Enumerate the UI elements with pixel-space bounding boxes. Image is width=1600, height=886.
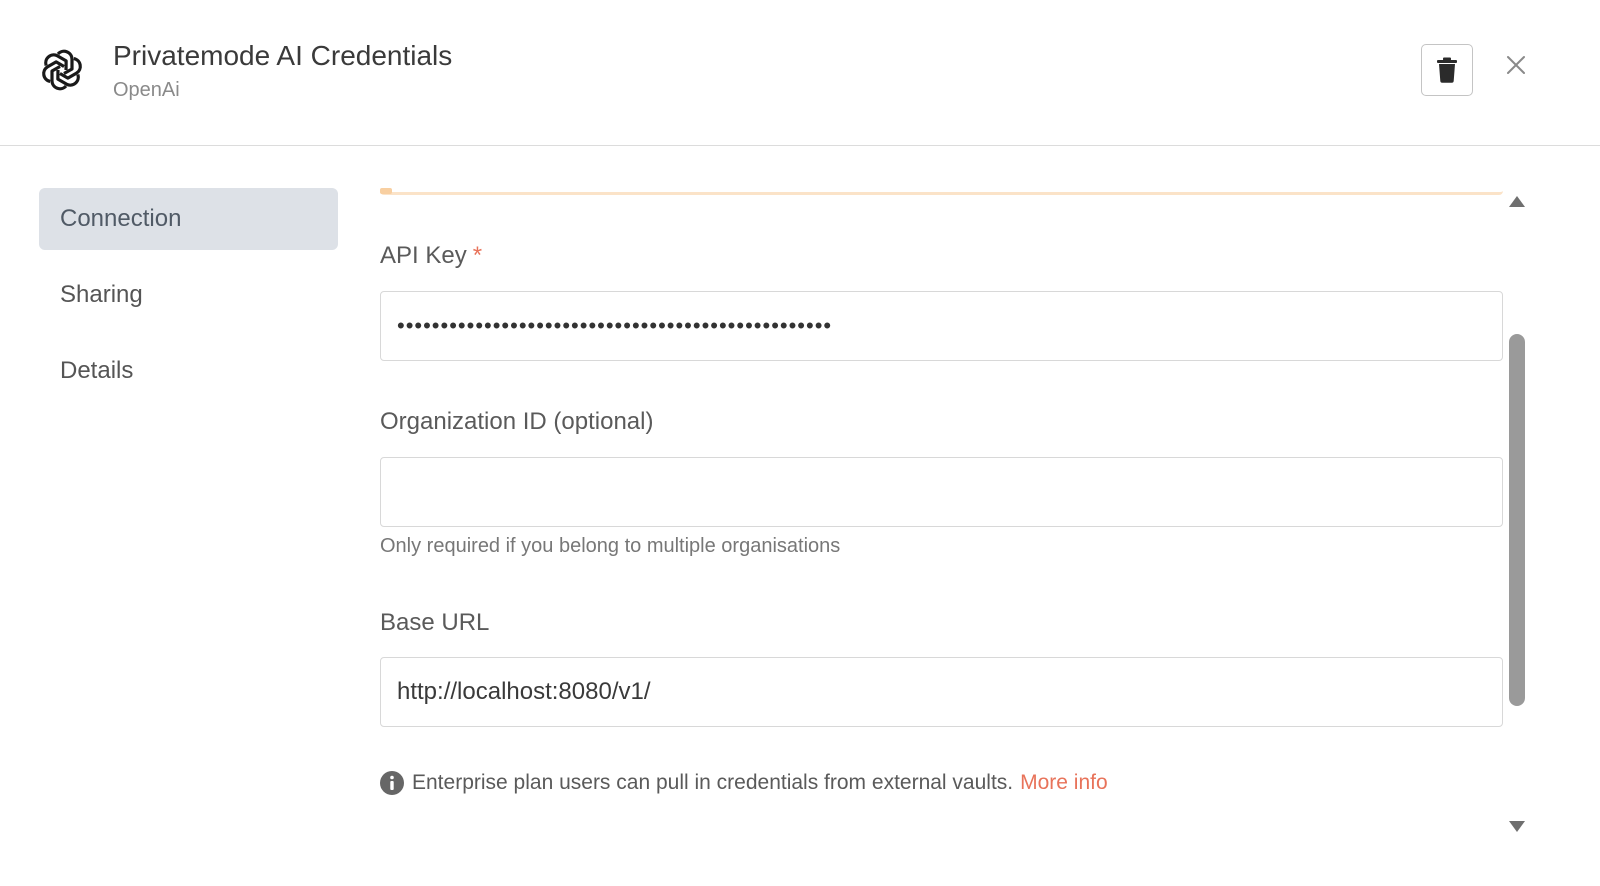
sidebar-item-sharing[interactable]: Sharing	[39, 264, 338, 326]
organization-id-hint: Only required if you belong to multiple …	[380, 535, 841, 557]
credential-title: Privatemode AI Credentials	[113, 40, 453, 71]
organization-id-label: Organization ID (optional)	[380, 408, 654, 435]
close-button[interactable]	[1500, 49, 1532, 81]
base-url-label: Base URL	[380, 609, 490, 636]
delete-button[interactable]	[1421, 44, 1473, 96]
api-key-input[interactable]: ••••••••••••••••••••••••••••••••••••••••…	[380, 291, 1503, 361]
required-marker: *	[472, 242, 483, 269]
warning-banner-edge	[380, 187, 1503, 195]
more-info-link[interactable]: More info	[1020, 771, 1108, 795]
scroll-up-arrow[interactable]	[1509, 196, 1525, 207]
sidebar-item-details[interactable]: Details	[39, 340, 338, 402]
scrollbar-thumb[interactable]	[1509, 334, 1525, 706]
trash-icon	[1437, 57, 1457, 83]
base-url-value: http://localhost:8080/v1/	[397, 678, 651, 705]
api-key-label-text: API Key	[380, 242, 467, 269]
scroll-down-arrow[interactable]	[1509, 821, 1525, 832]
api-key-masked-value: ••••••••••••••••••••••••••••••••••••••••…	[397, 313, 833, 338]
external-vaults-notice: Enterprise plan users can pull in creden…	[380, 768, 1108, 798]
sidebar-item-label: Sharing	[60, 281, 143, 308]
api-key-label: API Key *	[380, 242, 482, 270]
sidebar-item-connection[interactable]: Connection	[39, 188, 338, 250]
close-icon	[1507, 56, 1525, 74]
modal-header: Privatemode AI Credentials OpenAi	[0, 0, 1600, 146]
notice-text: Enterprise plan users can pull in creden…	[412, 771, 1014, 794]
info-icon	[380, 771, 404, 795]
openai-logo-icon	[42, 49, 82, 91]
sidebar-item-label: Details	[60, 357, 134, 384]
sidebar-item-label: Connection	[60, 205, 182, 232]
organization-id-input[interactable]	[380, 457, 1503, 527]
credential-type: OpenAi	[113, 79, 180, 101]
base-url-input[interactable]: http://localhost:8080/v1/	[380, 657, 1503, 727]
